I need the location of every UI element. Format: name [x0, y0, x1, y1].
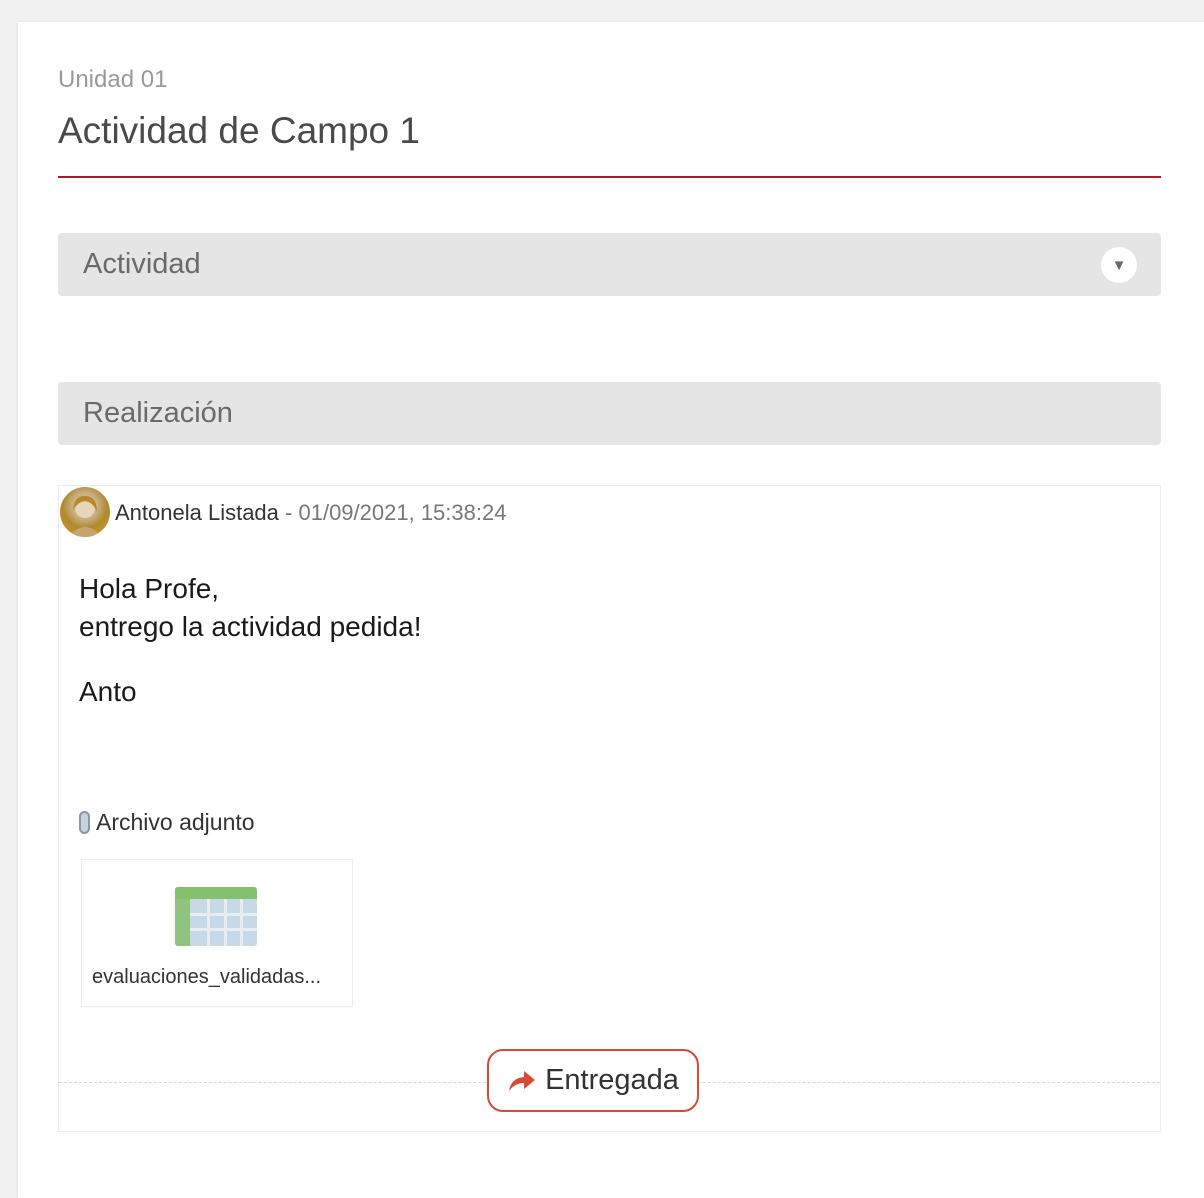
paperclip-icon [79, 811, 90, 834]
attachment-file[interactable]: evaluaciones_validadas... [81, 859, 353, 1007]
status-label: Entregada [545, 1064, 679, 1096]
post-signoff: Anto [79, 676, 137, 707]
attachment-heading: Archivo adjunto [79, 809, 255, 836]
attachment-label: Archivo adjunto [96, 809, 255, 835]
post-timestamp: 01/09/2021, 15:38:24 [298, 500, 507, 525]
title-divider [58, 176, 1161, 178]
share-arrow-icon [509, 1070, 536, 1091]
submission-post: Antonela Listada - 01/09/2021, 15:38:24 … [58, 485, 1161, 1132]
avatar [60, 487, 110, 537]
activity-card: Unidad 01 Actividad de Campo 1 Actividad… [18, 22, 1204, 1198]
post-body: Hola Profe, entrego la actividad pedida!… [79, 570, 421, 711]
spreadsheet-icon [175, 887, 257, 946]
post-body-line: Hola Profe, [79, 573, 220, 604]
triangle-down-icon[interactable]: ▼ [1101, 247, 1137, 283]
post-body-line: entrego la actividad pedida! [79, 611, 422, 642]
meta-separator: - [285, 500, 293, 525]
activity-section-label: Actividad [83, 248, 201, 280]
page-title: Actividad de Campo 1 [58, 110, 420, 151]
attachment-file-name: evaluaciones_validadas... [92, 966, 322, 988]
submission-section-header: Realización [58, 382, 1161, 445]
activity-section-header[interactable]: Actividad ▼ [58, 233, 1161, 296]
post-meta: Antonela Listada - 01/09/2021, 15:38:24 [115, 500, 506, 526]
status-badge[interactable]: Entregada [487, 1049, 699, 1112]
author-name: Antonela Listada [115, 500, 279, 525]
submission-section-label: Realización [83, 397, 233, 429]
unit-label: Unidad 01 [58, 66, 168, 93]
